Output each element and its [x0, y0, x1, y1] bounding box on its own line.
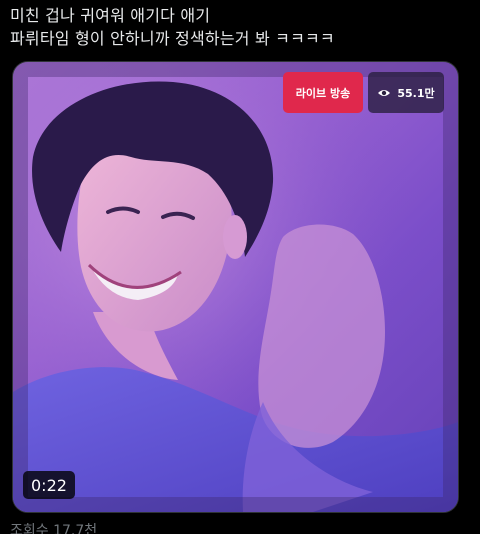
video-frame — [13, 62, 458, 512]
tweet-text: 미친 겁나 귀여워 애기다 애기 파뤼타임 형이 안하니까 정색하는거 봐 ㅋㅋ… — [10, 4, 470, 50]
eye-icon — [378, 89, 391, 96]
tweet-text-line: 파뤼타임 형이 안하니까 정색하는거 봐 ㅋㅋㅋㅋ — [10, 29, 335, 48]
tweet-post: 미친 겁나 귀여워 애기다 애기 파뤼타임 형이 안하니까 정색하는거 봐 ㅋㅋ… — [0, 0, 480, 534]
person-ear — [223, 215, 247, 259]
viewer-count: 55.1만 — [397, 86, 435, 100]
video-player[interactable]: 라이브 방송 55.1만 0:22 — [12, 61, 459, 513]
viewer-count-badge: 55.1만 — [368, 72, 444, 113]
video-duration: 0:22 — [23, 471, 75, 499]
live-broadcast-badge: 라이브 방송 — [283, 72, 363, 113]
view-count: 조회수 17.7천 — [10, 523, 98, 534]
tweet-text-line: 미친 겁나 귀여워 애기다 애기 — [10, 6, 211, 25]
